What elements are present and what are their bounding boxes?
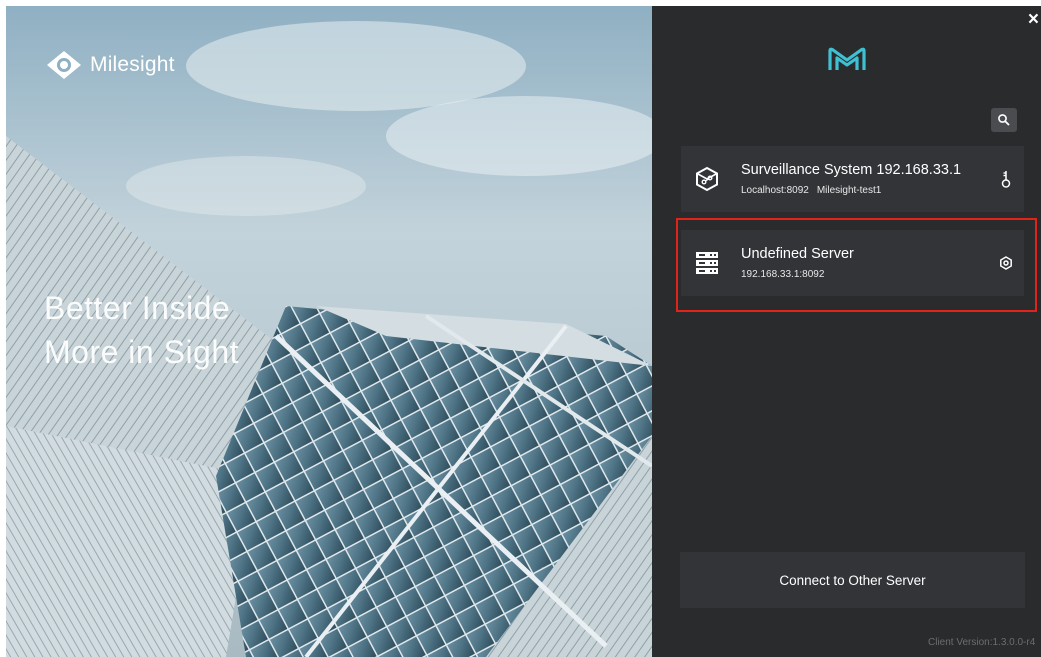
key-button[interactable] — [988, 169, 1024, 189]
server-title: Undefined Server — [741, 246, 854, 262]
server-icon-wrap — [681, 251, 733, 275]
close-button[interactable]: × — [1028, 10, 1039, 30]
app-window: Milesight Better Inside More in Sight × — [6, 6, 1041, 657]
hero-slogan: Better Inside More in Sight — [44, 286, 239, 374]
brand-m-icon — [828, 47, 866, 70]
server-host: Localhost:8092 — [741, 185, 809, 196]
cube-network-icon — [696, 166, 718, 192]
server-subtitle: 192.168.33.1:8092 — [741, 269, 988, 280]
client-version: Client Version:1.3.0.0-r4 — [928, 637, 1036, 648]
milesight-logo: Milesight — [46, 50, 175, 80]
server-panel: × Surveillance System 192.168.33.1 Local… — [652, 6, 1041, 657]
server-title: Surveillance System 192.168.33.1 — [741, 162, 962, 178]
logo-text: Milesight — [90, 53, 175, 76]
slogan-line-2: More in Sight — [44, 334, 240, 370]
settings-button[interactable] — [988, 256, 1024, 270]
server-icon-wrap — [681, 166, 733, 192]
search-icon — [998, 114, 1010, 126]
server-card-undefined[interactable]: Undefined Server 192.168.33.1:8092 — [681, 230, 1024, 296]
server-host: 192.168.33.1:8092 — [741, 269, 825, 280]
server-name: Milesight-test1 — [816, 185, 882, 196]
connect-other-server-button[interactable]: Connect to Other Server — [680, 552, 1025, 608]
milesight-diamond-icon — [47, 51, 81, 79]
server-card-surveillance[interactable]: Surveillance System 192.168.33.1 Localho… — [681, 146, 1024, 212]
search-button[interactable] — [991, 108, 1017, 132]
server-subtitle: Localhost:8092 Milesight-test1 — [741, 185, 988, 196]
key-icon — [1001, 171, 1011, 188]
server-rack-icon — [696, 252, 718, 274]
settings-icon — [1000, 256, 1012, 270]
slogan-line-1: Better Inside — [44, 290, 231, 326]
hero-panel: Milesight Better Inside More in Sight — [6, 6, 652, 657]
